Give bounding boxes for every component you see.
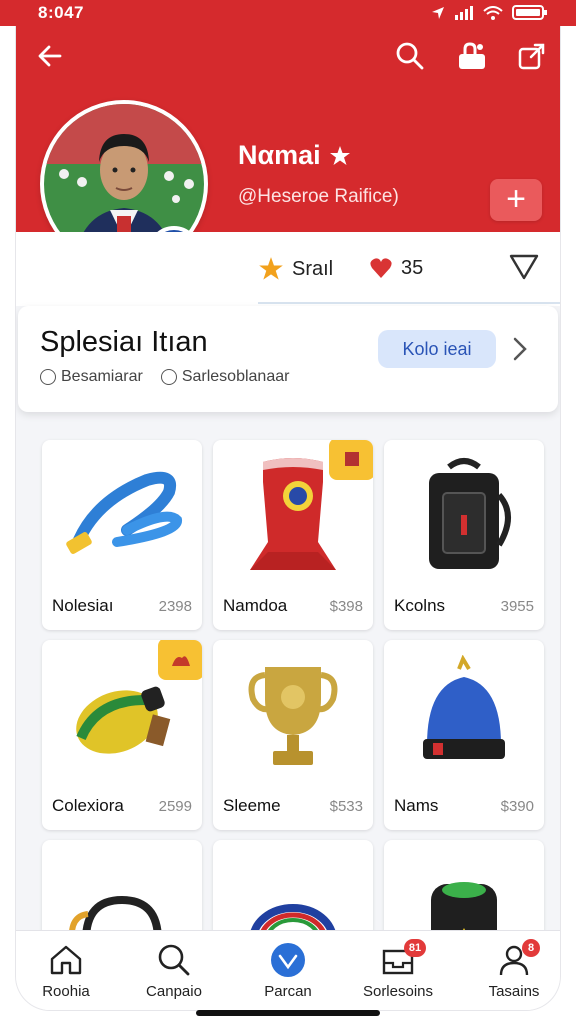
back-arrow-icon xyxy=(38,45,62,67)
stat-likes[interactable]: 35 xyxy=(369,256,423,280)
nav-label: Roohia xyxy=(42,983,90,1000)
stat-stars[interactable]: Sraıl xyxy=(258,256,333,282)
star-icon xyxy=(329,145,350,165)
radio-circle xyxy=(160,369,177,385)
back-button[interactable] xyxy=(32,38,68,74)
home-icon xyxy=(16,941,116,979)
section-title: Splesiaı Itıan xyxy=(40,326,208,358)
nav-item-active[interactable]: Parcan xyxy=(238,941,338,1000)
profile-header: 8 Nαmai @Heseroe Raifice) + xyxy=(16,0,560,278)
filter-icon xyxy=(509,254,539,280)
product-price: $398 xyxy=(329,598,363,615)
search-icon xyxy=(124,941,224,979)
chevron-right-icon xyxy=(513,337,527,361)
status-bar: 8:047 xyxy=(0,0,576,26)
product-name: Nolesiaı xyxy=(52,596,114,615)
heart-icon xyxy=(370,258,392,278)
app-frame: 8 Nαmai @Heseroe Raifice) + Sraıl 35 Spl… xyxy=(16,0,560,1010)
profile-handle: @Heseroe Raifice) xyxy=(238,186,399,207)
notification-badge: 8 xyxy=(522,939,540,957)
product-name: Sleeme xyxy=(223,796,281,815)
product-card[interactable]: Colexiora 2599 xyxy=(42,640,202,830)
share-icon xyxy=(518,43,545,70)
tag-icon xyxy=(345,452,359,466)
nav-label: Sorlesoins xyxy=(362,983,434,1000)
product-price: 2398 xyxy=(158,598,192,615)
nav-label: Tasains xyxy=(488,983,540,1000)
product-price: $390 xyxy=(500,798,534,815)
section-card: Splesiaı Itıan Besamiarar Sarlesoblanaar… xyxy=(18,306,558,412)
tag-icon xyxy=(172,656,190,666)
product-name: Namdoa xyxy=(223,596,288,615)
check-circle-icon xyxy=(238,941,338,979)
status-time: 8:047 xyxy=(38,3,84,22)
product-card[interactable]: Kcolns 3955 xyxy=(384,440,544,630)
product-name: Kcolns xyxy=(394,596,446,615)
status-icons xyxy=(431,5,548,20)
tag-badge xyxy=(329,440,373,480)
inbox-icon: 81 xyxy=(348,939,448,979)
product-price: $533 xyxy=(329,798,363,815)
share-button[interactable] xyxy=(514,38,550,74)
signal-icon xyxy=(455,5,473,20)
nav-item-search[interactable]: Canpaio xyxy=(124,941,224,1000)
bottom-nav: Roohia Canpaio Parcan 81 Sorlesoins 8 Ta… xyxy=(16,930,560,1010)
radio-group: Besamiarar Sarlesoblanaar xyxy=(40,368,289,386)
nav-item-profile[interactable]: 8 Tasains xyxy=(464,939,560,1000)
collection-button[interactable]: Kolo ieai xyxy=(378,330,496,368)
profile-name-text: Nαmai xyxy=(238,140,321,170)
battery-icon xyxy=(512,5,547,20)
radio-label: Besamiarar xyxy=(61,368,143,385)
lock-icon xyxy=(459,42,485,69)
add-button[interactable]: + xyxy=(490,179,542,221)
section-chevron-button[interactable] xyxy=(512,336,528,367)
product-card[interactable]: Nolesiaı 2398 xyxy=(42,440,202,630)
search-button[interactable] xyxy=(392,38,428,74)
backpack-icon xyxy=(384,440,544,590)
nav-item-inbox[interactable]: 81 Sorlesoins xyxy=(348,939,448,1000)
product-card[interactable]: Nams $390 xyxy=(384,640,544,830)
tag-badge xyxy=(158,640,202,680)
stats-bar: Sraıl 35 xyxy=(16,232,560,306)
lock-button[interactable] xyxy=(454,38,490,74)
profile-icon: 8 xyxy=(464,939,560,979)
hose-icon xyxy=(42,440,202,590)
product-name: Nams xyxy=(394,796,439,815)
nav-item-home[interactable]: Roohia xyxy=(16,941,116,1000)
star-icon xyxy=(259,257,283,280)
radio-circle xyxy=(40,369,56,385)
radio-option-2[interactable]: Sarlesoblanaar xyxy=(160,368,290,386)
notification-badge: 81 xyxy=(404,939,426,957)
cap-icon xyxy=(384,640,544,790)
product-card[interactable]: Namdoa $398 xyxy=(213,440,373,630)
product-price: 2599 xyxy=(158,798,192,815)
radio-label: Sarlesoblanaar xyxy=(181,368,290,385)
nav-label: Canpaio xyxy=(146,983,202,1000)
location-icon xyxy=(432,6,444,19)
home-indicator[interactable] xyxy=(196,1010,380,1016)
search-icon xyxy=(396,42,424,70)
stats-divider xyxy=(258,302,560,304)
filter-button[interactable] xyxy=(508,252,540,287)
stat-likes-label: 35 xyxy=(401,256,424,279)
product-name: Colexiora xyxy=(52,796,124,815)
profile-name: Nαmai xyxy=(238,140,351,171)
nav-label: Parcan xyxy=(264,983,312,1000)
trophy-icon xyxy=(213,640,373,790)
radio-option-1[interactable]: Besamiarar xyxy=(40,368,143,386)
product-card[interactable]: Sleeme $533 xyxy=(213,640,373,830)
stat-stars-label: Sraıl xyxy=(292,257,334,280)
product-price: 3955 xyxy=(500,598,534,615)
wifi-icon xyxy=(483,5,503,20)
